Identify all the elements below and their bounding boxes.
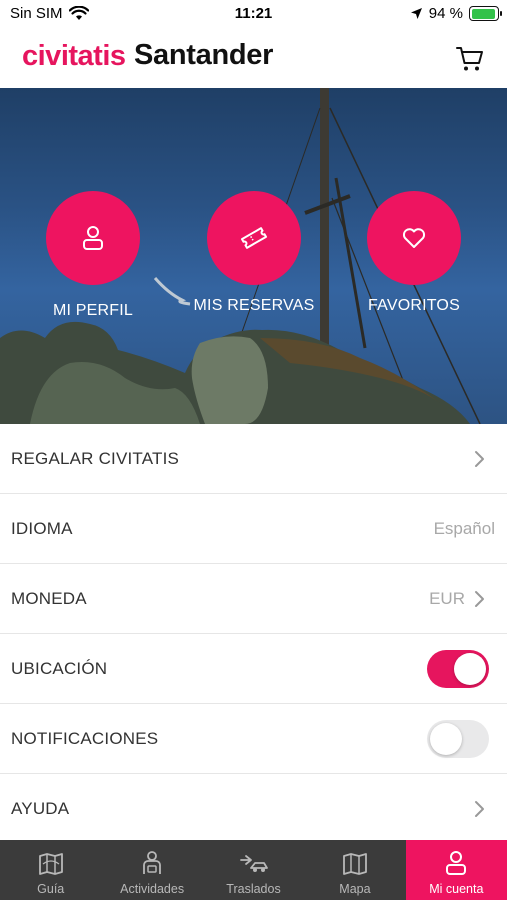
chevron-right-icon <box>475 801 484 817</box>
currency-value: EUR <box>429 588 465 608</box>
favorites-button[interactable] <box>367 191 461 285</box>
bookings-button[interactable] <box>207 191 301 285</box>
bookings-label: MIS RESERVAS <box>193 297 315 314</box>
city-title: Santander <box>134 39 274 71</box>
gift-label: REGALAR CIVITATIS <box>11 448 180 468</box>
settings-row-language[interactable]: IDIOMA Español <box>0 494 507 564</box>
status-bar: Sin SIM 11:21 94 % <box>0 0 507 30</box>
cart-icon[interactable] <box>455 44 485 74</box>
location-arrow-icon <box>410 8 422 19</box>
user-icon <box>83 226 103 250</box>
hero-action-profile[interactable]: MI PERFIL <box>45 191 141 320</box>
civitatis-logo[interactable]: civitatis <box>22 40 126 73</box>
battery-percent: 94 % <box>428 5 463 22</box>
notifications-label: NOTIFICACIONES <box>11 728 159 748</box>
toggle-knob <box>430 722 462 755</box>
status-right: 94 % <box>410 5 502 22</box>
tab-guia-label: Guía <box>37 882 65 896</box>
ticket-icon <box>240 227 268 249</box>
help-label: AYUDA <box>11 798 70 818</box>
settings-row-currency[interactable]: MONEDA EUR <box>0 564 507 634</box>
tab-mapa-label: Mapa <box>339 882 371 896</box>
battery-level <box>471 8 495 19</box>
location-label: UBICACIÓN <box>11 658 108 678</box>
language-label: IDIOMA <box>11 518 73 538</box>
settings-row-gift[interactable]: REGALAR CIVITATIS <box>0 424 507 494</box>
toggle-knob <box>454 652 486 685</box>
tab-traslados[interactable]: Traslados <box>203 840 304 900</box>
tab-guia[interactable]: Guía <box>0 840 101 900</box>
guide-person-icon <box>143 851 162 874</box>
profile-label: MI PERFIL <box>52 302 134 319</box>
user-icon <box>446 851 467 875</box>
settings-row-help[interactable]: AYUDA <box>0 774 507 844</box>
profile-button[interactable] <box>46 191 140 285</box>
settings-row-notifications: NOTIFICACIONES <box>0 704 507 774</box>
hero-banner: MI PERFIL MIS RESERVAS FAVORITOS <box>0 88 507 424</box>
tab-mi-cuenta[interactable]: Mi cuenta <box>405 840 507 900</box>
tab-actividades-label: Actividades <box>120 882 185 896</box>
heart-icon <box>402 228 426 248</box>
tab-mi-cuenta-label: Mi cuenta <box>429 882 484 896</box>
chevron-right-icon <box>475 591 484 607</box>
hero-action-bookings[interactable]: MIS RESERVAS <box>194 191 314 315</box>
favorites-label: FAVORITOS <box>368 297 460 314</box>
settings-row-location: UBICACIÓN <box>0 634 507 704</box>
language-value: Español <box>433 518 495 538</box>
chevron-right-icon <box>475 451 484 467</box>
hero-action-favorites[interactable]: FAVORITOS <box>366 191 462 315</box>
settings-list: REGALAR CIVITATIS IDIOMA Español MONEDA … <box>0 424 507 844</box>
battery-charging-icon <box>469 6 502 21</box>
map-icon <box>343 853 367 875</box>
tab-mapa[interactable]: Mapa <box>304 840 405 900</box>
notifications-toggle[interactable] <box>427 719 489 758</box>
map-book-icon <box>38 853 63 875</box>
transfer-car-icon <box>239 855 268 872</box>
tab-bar: Guía Actividades Traslados Mapa Mi cuent… <box>0 840 507 900</box>
tab-actividades[interactable]: Actividades <box>101 840 202 900</box>
location-toggle[interactable] <box>427 649 489 688</box>
currency-label: MONEDA <box>11 588 87 608</box>
app-header: civitatis Santander <box>0 30 507 88</box>
tab-traslados-label: Traslados <box>226 882 281 896</box>
